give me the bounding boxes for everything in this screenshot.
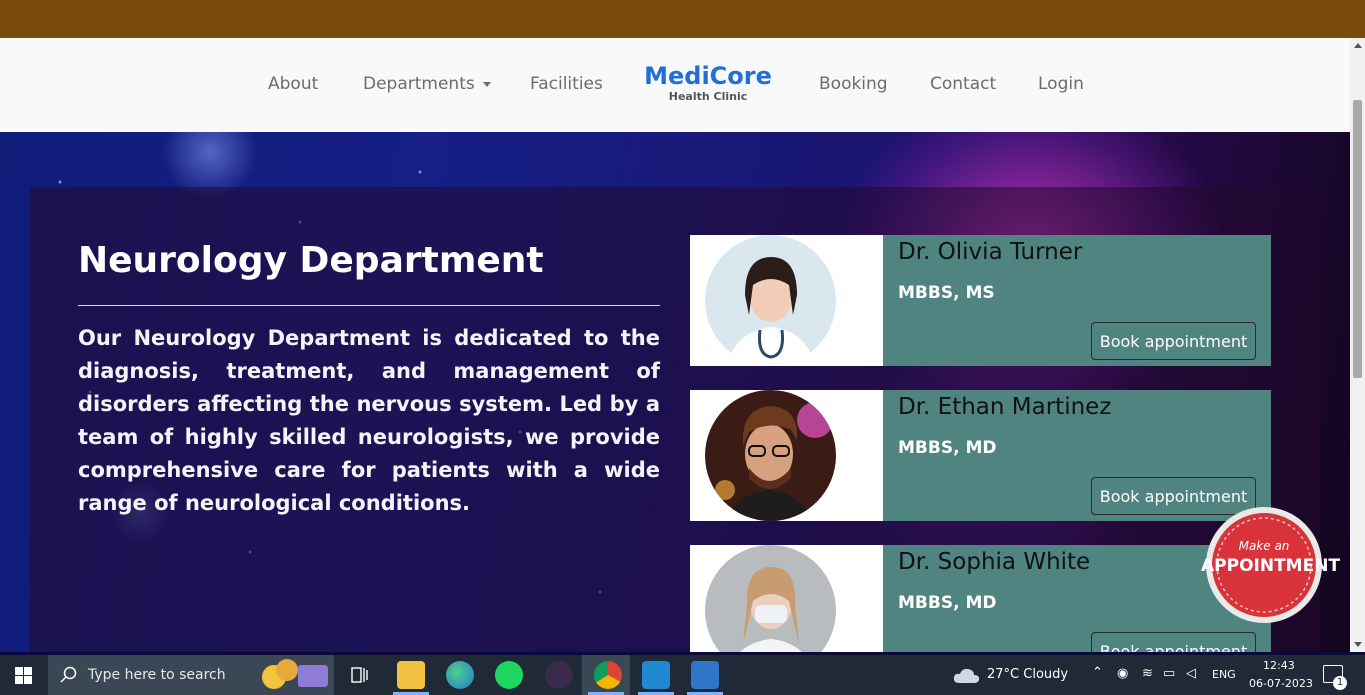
edge-icon[interactable] [446,661,474,689]
main-navbar: About Departments Facilities MediCore He… [0,38,1350,132]
doctor-degree: MBBS, MD [898,593,997,613]
nav-about-link[interactable]: About [268,74,318,94]
task-view-icon[interactable] [351,667,369,683]
doctor-avatar [705,545,836,652]
brand-name: MediCore [644,62,772,90]
nav-departments-label: Departments [363,74,475,94]
file-explorer-icon[interactable] [397,661,425,689]
nav-login-link[interactable]: Login [1038,74,1084,94]
chrome-icon [594,661,622,689]
nav-departments-dropdown[interactable]: Departments [363,74,491,94]
doctor-photo-frame [690,390,883,521]
department-title: Neurology Department [78,240,544,281]
windows-taskbar: Type here to search 27°C Cloudy ⌃ ◉ ≋ ▭ … [0,655,1365,695]
doctor-photo-frame [690,235,883,366]
make-appointment-badge[interactable]: Make an APPOINTMENT [1201,505,1341,625]
doctor-degree: MBBS, MS [898,283,995,303]
cloud-icon[interactable] [953,667,981,684]
chrome-taskbar-slot[interactable] [582,655,630,695]
spotify-icon[interactable] [495,661,523,689]
doctor-name: Dr. Sophia White [898,549,1091,575]
title-divider [78,305,660,306]
nav-facilities-link[interactable]: Facilities [530,74,603,94]
scroll-thumb[interactable] [1353,100,1362,378]
wifi-icon[interactable]: ≋ [1142,666,1153,681]
meet-now-icon[interactable]: ◉ [1117,666,1128,681]
badge-line1: Make an [1238,539,1290,553]
doctor-name: Dr. Ethan Martinez [898,394,1112,420]
search-placeholder: Type here to search [88,667,226,683]
language-indicator[interactable]: ENG [1212,668,1236,681]
notification-count: 1 [1333,676,1347,690]
book-appointment-button[interactable]: Book appointment [1091,632,1256,652]
scroll-up-icon[interactable] [1354,43,1362,48]
app-icon[interactable] [545,661,573,689]
nav-contact-link[interactable]: Contact [930,74,996,94]
page-scrollbar[interactable] [1350,38,1365,652]
photos-icon[interactable] [691,661,719,689]
clock-date[interactable]: 06-07-2023 [1249,677,1313,690]
department-description: Our Neurology Department is dedicated to… [78,326,660,515]
doctor-degree: MBBS, MD [898,438,997,458]
doctor-photo-frame [690,545,883,652]
chevron-up-icon[interactable]: ⌃ [1092,665,1103,680]
volume-icon[interactable]: ◁ [1186,666,1196,681]
taskbar-search-box[interactable]: Type here to search [48,655,334,695]
badge-line2: APPOINTMENT [1201,556,1341,576]
brand-logo[interactable]: MediCore Health Clinic [640,61,776,103]
battery-icon[interactable]: ▭ [1163,666,1175,681]
doctor-avatar [705,390,836,521]
brand-subtitle: Health Clinic [668,90,748,103]
vscode-icon[interactable] [642,661,670,689]
windows-start-icon[interactable] [15,667,32,684]
caret-down-icon [482,81,491,87]
widgets-icon[interactable] [260,659,330,691]
nav-booking-link[interactable]: Booking [819,74,888,94]
weather-text[interactable]: 27°C Cloudy [987,667,1068,682]
clock-time[interactable]: 12:43 [1263,659,1295,672]
doctor-card: Dr. Sophia White MBBS, MD Book appointme… [690,545,1271,652]
scroll-down-icon[interactable] [1354,642,1362,647]
book-appointment-button[interactable]: Book appointment [1091,322,1256,360]
doctor-card: Dr. Olivia Turner MBBS, MS Book appointm… [690,235,1271,366]
doctor-name: Dr. Olivia Turner [898,239,1083,265]
doctor-avatar [705,235,836,366]
search-icon [60,666,77,683]
top-color-bar [0,0,1365,38]
doctor-card: Dr. Ethan Martinez MBBS, MD Book appoint… [690,390,1271,521]
